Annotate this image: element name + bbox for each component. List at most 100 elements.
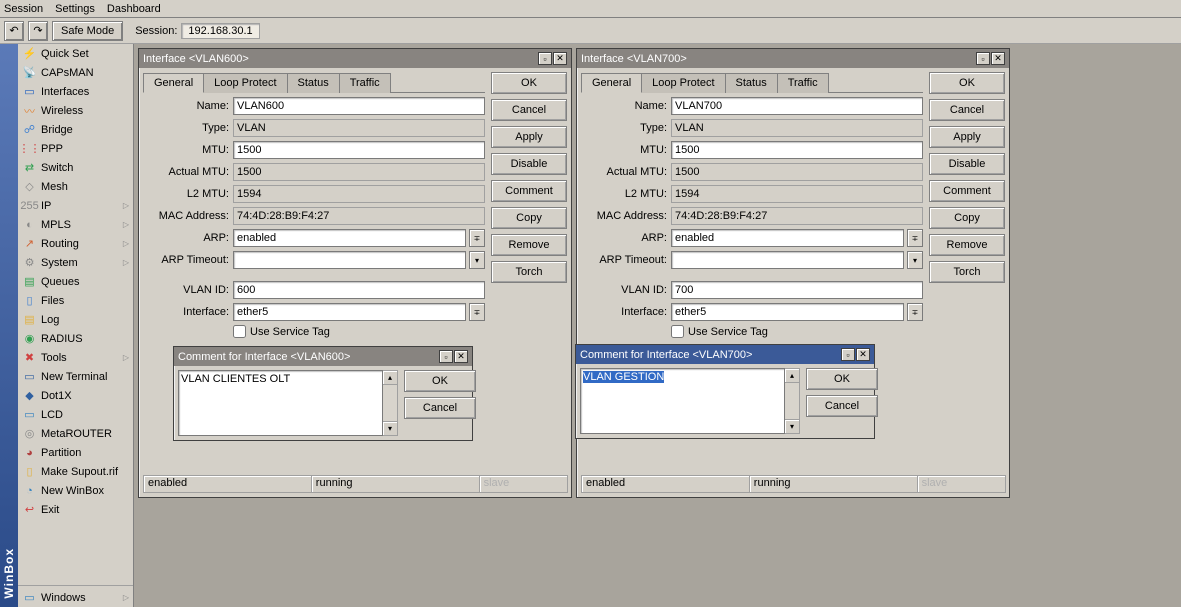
dropdown-arpt-icon[interactable]: ▾ xyxy=(907,251,923,269)
minimize-icon[interactable]: ▫ xyxy=(538,52,552,65)
input-arp[interactable] xyxy=(233,229,466,247)
disable-button[interactable]: Disable xyxy=(491,153,567,175)
minimize-icon[interactable]: ▫ xyxy=(976,52,990,65)
session-address: 192.168.30.1 xyxy=(181,23,259,39)
undo-button[interactable]: ↶ xyxy=(4,21,24,41)
redo-button[interactable]: ↷ xyxy=(28,21,48,41)
titlebar-vlan600[interactable]: Interface <VLAN600> ▫ ✕ xyxy=(139,49,571,68)
sidebar-item-exit[interactable]: ↩Exit xyxy=(18,500,133,519)
ok-button[interactable]: OK xyxy=(929,72,1005,94)
input-interface[interactable] xyxy=(671,303,904,321)
apply-button[interactable]: Apply xyxy=(929,126,1005,148)
close-icon[interactable]: ✕ xyxy=(856,348,870,361)
menu-dashboard[interactable]: Dashboard xyxy=(107,3,161,15)
remove-button[interactable]: Remove xyxy=(491,234,567,256)
sidebar-item-new-terminal[interactable]: ▭New Terminal xyxy=(18,367,133,386)
ok-button[interactable]: OK xyxy=(491,72,567,94)
menu-settings[interactable]: Settings xyxy=(55,3,95,15)
input-vlan-id[interactable] xyxy=(671,281,923,299)
menu-session[interactable]: Session xyxy=(4,3,43,15)
close-icon[interactable]: ✕ xyxy=(454,350,468,363)
sidebar-item-radius[interactable]: ◉RADIUS xyxy=(18,329,133,348)
input-arp-timeout[interactable] xyxy=(671,251,904,269)
torch-button[interactable]: Torch xyxy=(929,261,1005,283)
tab-traffic[interactable]: Traffic xyxy=(339,73,391,93)
dropdown-arpt-icon[interactable]: ▾ xyxy=(469,251,485,269)
tab-general[interactable]: General xyxy=(143,73,204,93)
sidebar-item-dot1x[interactable]: ◆Dot1X xyxy=(18,386,133,405)
windows-icon: ▭ xyxy=(22,590,37,605)
copy-button[interactable]: Copy xyxy=(929,207,1005,229)
tab-loop-protect[interactable]: Loop Protect xyxy=(641,73,725,93)
tab-status[interactable]: Status xyxy=(725,73,778,93)
close-icon[interactable]: ✕ xyxy=(991,52,1005,65)
dropdown-arp-icon[interactable]: ∓ xyxy=(469,229,485,247)
sidebar-item-files[interactable]: ▯Files xyxy=(18,291,133,310)
sidebar-item-quick-set[interactable]: ⚡Quick Set xyxy=(18,44,133,63)
input-mtu[interactable] xyxy=(671,141,923,159)
input-vlan-id[interactable] xyxy=(233,281,485,299)
sidebar-item-partition[interactable]: ◕Partition xyxy=(18,443,133,462)
input-mtu[interactable] xyxy=(233,141,485,159)
input-name[interactable] xyxy=(233,97,485,115)
apply-button[interactable]: Apply xyxy=(491,126,567,148)
submenu-indicator-icon: ▷ xyxy=(123,239,129,248)
titlebar-comment-vlan600[interactable]: Comment for Interface <VLAN600> ▫ ✕ xyxy=(174,347,472,366)
dropdown-iface-icon[interactable]: ∓ xyxy=(469,303,485,321)
scrollbar[interactable]: ▴▾ xyxy=(383,370,398,436)
sidebar-item-tools[interactable]: ✖Tools▷ xyxy=(18,348,133,367)
checkbox-service-tag[interactable] xyxy=(671,325,684,338)
sidebar-item-ppp[interactable]: ⋮⋮PPP xyxy=(18,139,133,158)
comment-ok-button[interactable]: OK xyxy=(404,370,476,392)
comment-cancel-button[interactable]: Cancel xyxy=(806,395,878,417)
comment-ok-button[interactable]: OK xyxy=(806,368,878,390)
sidebar-item-system[interactable]: ⚙System▷ xyxy=(18,253,133,272)
sidebar-item-interfaces[interactable]: ▭Interfaces xyxy=(18,82,133,101)
tab-status[interactable]: Status xyxy=(287,73,340,93)
input-interface[interactable] xyxy=(233,303,466,321)
sidebar-item-wireless[interactable]: 〰Wireless xyxy=(18,101,133,120)
copy-button[interactable]: Copy xyxy=(491,207,567,229)
tab-traffic[interactable]: Traffic xyxy=(777,73,829,93)
comment-button[interactable]: Comment xyxy=(929,180,1005,202)
sidebar-item-new-winbox[interactable]: ◔New WinBox xyxy=(18,481,133,500)
sidebar-item-capsman[interactable]: 📡CAPsMAN xyxy=(18,63,133,82)
sidebar-item-mpls[interactable]: ◐MPLS▷ xyxy=(18,215,133,234)
sidebar-item-windows[interactable]: ▭Windows▷ xyxy=(18,588,133,607)
sidebar-item-log[interactable]: ▤Log xyxy=(18,310,133,329)
sidebar-item-ip[interactable]: 255IP▷ xyxy=(18,196,133,215)
sidebar-item-queues[interactable]: ▤Queues xyxy=(18,272,133,291)
input-arp[interactable] xyxy=(671,229,904,247)
comment-textarea[interactable]: VLAN GESTION xyxy=(580,368,785,434)
dropdown-arp-icon[interactable]: ∓ xyxy=(907,229,923,247)
sidebar-item-metarouter[interactable]: ◎MetaROUTER xyxy=(18,424,133,443)
cancel-button[interactable]: Cancel xyxy=(929,99,1005,121)
titlebar-vlan700[interactable]: Interface <VLAN700> ▫ ✕ xyxy=(577,49,1009,68)
cancel-button[interactable]: Cancel xyxy=(491,99,567,121)
sidebar-item-switch[interactable]: ⇄Switch xyxy=(18,158,133,177)
sidebar-item-bridge[interactable]: ☍Bridge xyxy=(18,120,133,139)
sidebar-item-routing[interactable]: ↗Routing▷ xyxy=(18,234,133,253)
minimize-icon[interactable]: ▫ xyxy=(841,348,855,361)
comment-button[interactable]: Comment xyxy=(491,180,567,202)
input-arp-timeout[interactable] xyxy=(233,251,466,269)
close-icon[interactable]: ✕ xyxy=(553,52,567,65)
sidebar-item-make-supout-rif[interactable]: ▯Make Supout.rif xyxy=(18,462,133,481)
sidebar-item-label: Bridge xyxy=(41,124,73,136)
input-name[interactable] xyxy=(671,97,923,115)
scrollbar[interactable]: ▴▾ xyxy=(785,368,800,434)
safe-mode-button[interactable]: Safe Mode xyxy=(52,21,123,41)
comment-cancel-button[interactable]: Cancel xyxy=(404,397,476,419)
sidebar-item-mesh[interactable]: ◇Mesh xyxy=(18,177,133,196)
dropdown-iface-icon[interactable]: ∓ xyxy=(907,303,923,321)
tab-loop-protect[interactable]: Loop Protect xyxy=(203,73,287,93)
torch-button[interactable]: Torch xyxy=(491,261,567,283)
comment-textarea[interactable]: VLAN CLIENTES OLT xyxy=(178,370,383,436)
tab-general[interactable]: General xyxy=(581,73,642,93)
sidebar-item-lcd[interactable]: ▭LCD xyxy=(18,405,133,424)
titlebar-comment-vlan700[interactable]: Comment for Interface <VLAN700> ▫ ✕ xyxy=(576,345,874,364)
minimize-icon[interactable]: ▫ xyxy=(439,350,453,363)
remove-button[interactable]: Remove xyxy=(929,234,1005,256)
disable-button[interactable]: Disable xyxy=(929,153,1005,175)
checkbox-service-tag[interactable] xyxy=(233,325,246,338)
